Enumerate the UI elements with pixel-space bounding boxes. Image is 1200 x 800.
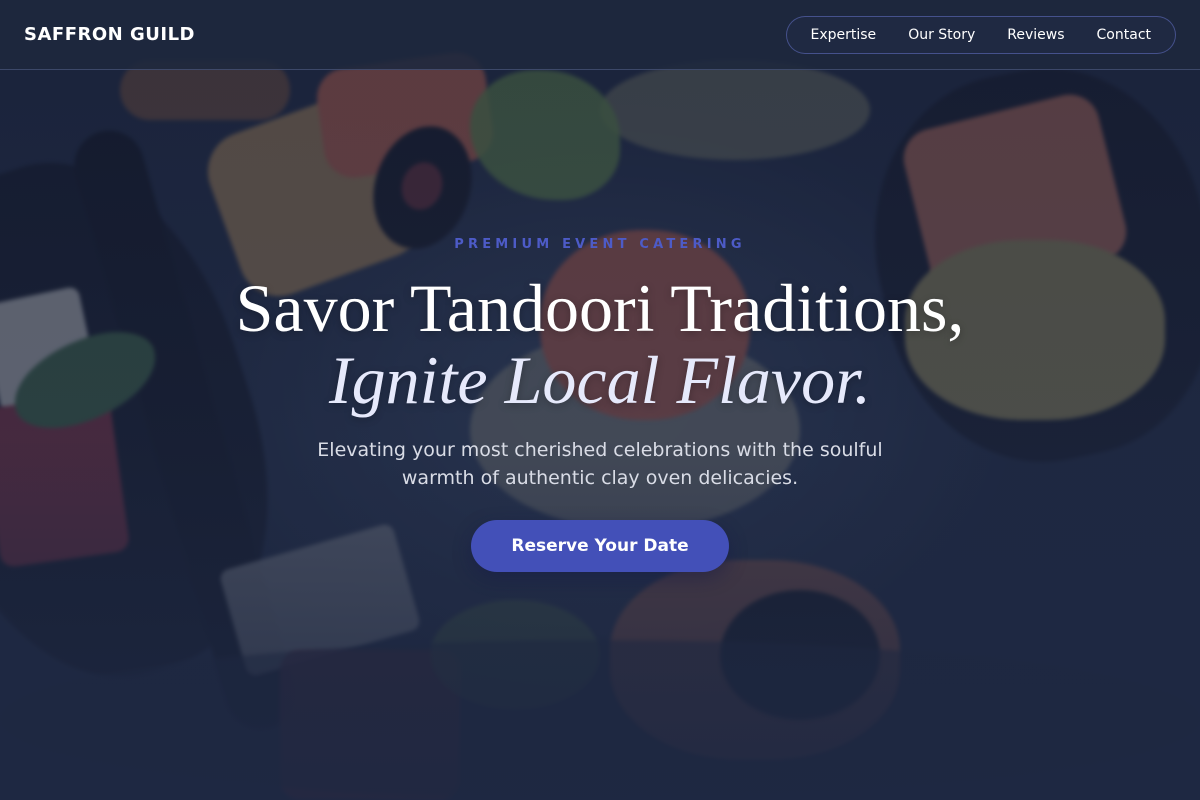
hero-headline-accent: Ignite Local Flavor. [328,342,872,418]
reserve-date-button[interactable]: Reserve Your Date [471,520,729,572]
hero-headline-line1: Savor Tandoori Traditions, [235,270,965,346]
main-navigation: Expertise Our Story Reviews Contact [785,15,1176,54]
top-navbar: SAFFRON GUILD Expertise Our Story Review… [0,0,1200,70]
hero-eyebrow: PREMIUM EVENT CATERING [454,237,746,252]
nav-link-reviews[interactable]: Reviews [991,17,1080,53]
hero-subtext: Elevating your most cherished celebratio… [317,439,883,489]
nav-link-our-story[interactable]: Our Story [892,17,991,53]
nav-link-expertise[interactable]: Expertise [795,17,893,53]
nav-link-contact[interactable]: Contact [1081,17,1167,53]
hero-section: PREMIUM EVENT CATERING Savor Tandoori Tr… [0,230,1200,572]
brand-logo[interactable]: SAFFRON GUILD [24,24,195,45]
hero-headline: Savor Tandoori Traditions, Ignite Local … [0,272,1200,416]
